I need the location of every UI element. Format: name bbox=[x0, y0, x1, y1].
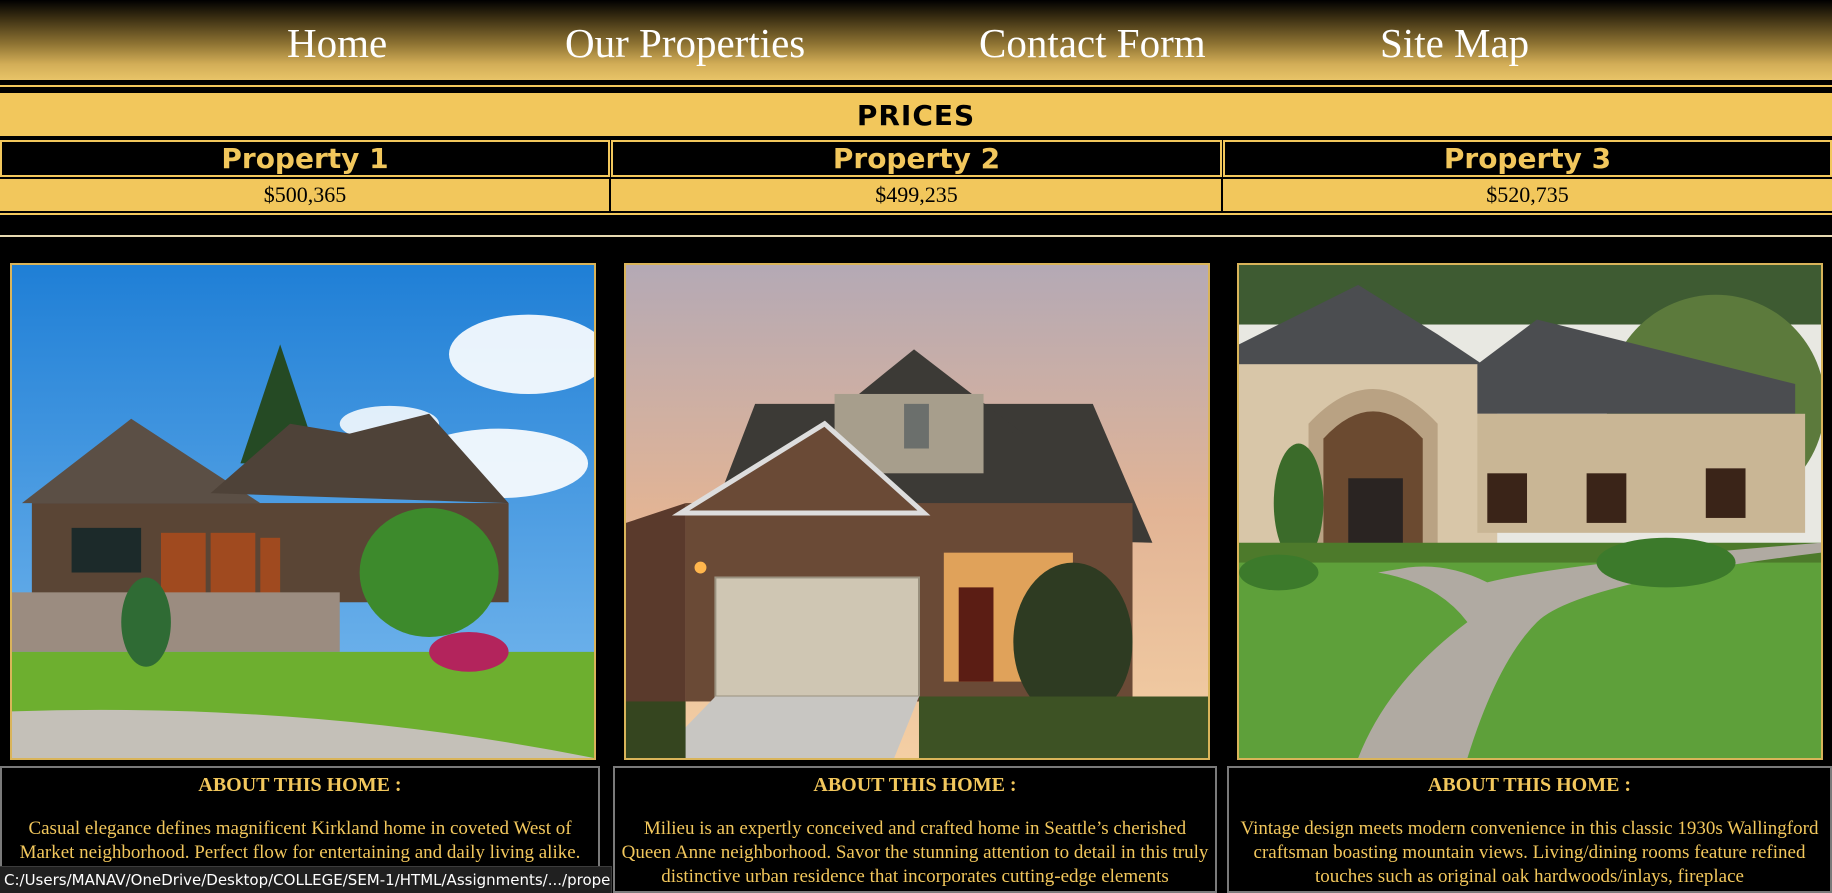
divider bbox=[0, 213, 1832, 215]
property-2-price: $499,235 bbox=[611, 179, 1222, 211]
divider bbox=[0, 85, 1832, 87]
property-3-photo[interactable] bbox=[1237, 263, 1823, 760]
property-2-photo[interactable] bbox=[624, 263, 1210, 760]
nav-bar: Home Our Properties Contact Form Site Ma… bbox=[0, 0, 1832, 80]
property-1-photo[interactable] bbox=[10, 263, 596, 760]
nav-link-home[interactable]: Home bbox=[287, 18, 387, 68]
house-image-3 bbox=[1239, 265, 1821, 758]
browser-status-bar: C:/Users/MANAV/OneDrive/Desktop/COLLEGE/… bbox=[0, 866, 612, 893]
prices-header: PRICES bbox=[0, 96, 1832, 136]
about-title: ABOUT THIS HOME : bbox=[1427, 774, 1632, 796]
about-text: Casual elegance defines magnificent Kirk… bbox=[19, 818, 581, 863]
divider bbox=[0, 235, 1832, 237]
price-cell-divider bbox=[1221, 179, 1223, 211]
property-3-about: ABOUT THIS HOME : Vintage design meets m… bbox=[1227, 766, 1832, 893]
about-text: Vintage design meets modern convenience … bbox=[1240, 818, 1819, 887]
about-title: ABOUT THIS HOME : bbox=[813, 774, 1017, 796]
house-image-1 bbox=[12, 265, 594, 758]
nav-link-our-properties[interactable]: Our Properties bbox=[565, 18, 805, 68]
about-title: ABOUT THIS HOME : bbox=[198, 774, 402, 796]
nav-link-contact-form[interactable]: Contact Form bbox=[979, 18, 1206, 68]
house-image-2 bbox=[626, 265, 1208, 758]
nav-link-site-map[interactable]: Site Map bbox=[1380, 18, 1529, 68]
property-1-price: $500,365 bbox=[0, 179, 610, 211]
price-cell-divider bbox=[609, 179, 611, 211]
property-3-price: $520,735 bbox=[1223, 179, 1832, 211]
property-1-heading: Property 1 bbox=[0, 140, 610, 177]
property-2-heading: Property 2 bbox=[611, 140, 1222, 177]
property-2-about: ABOUT THIS HOME : Milieu is an expertly … bbox=[613, 766, 1217, 893]
property-3-heading: Property 3 bbox=[1223, 140, 1832, 177]
about-text: Milieu is an expertly conceived and craf… bbox=[621, 818, 1209, 887]
